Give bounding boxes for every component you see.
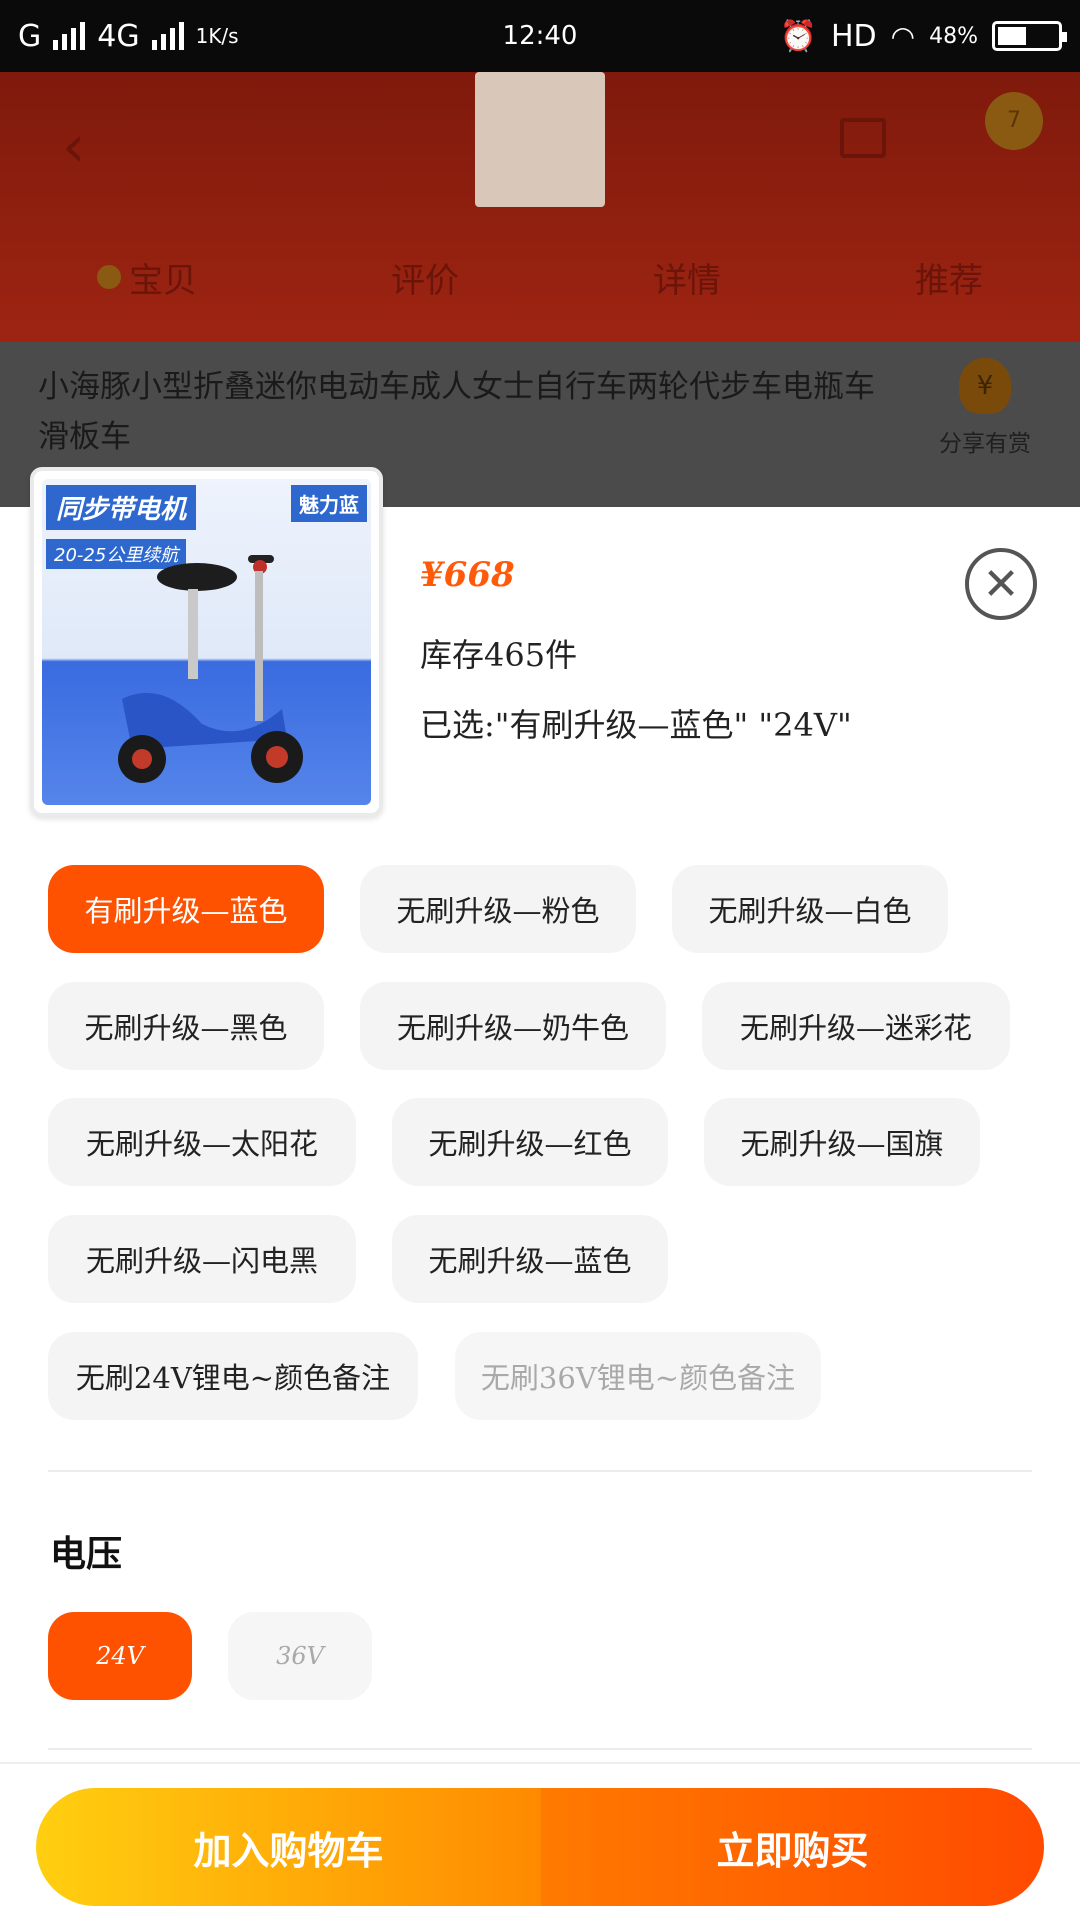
voltage-label: 电压: [50, 1533, 123, 1575]
product-thumbnail: 同步带电机 20-25公里续航 魅力蓝: [30, 467, 383, 817]
color-option[interactable]: 无刷升级—黑色: [48, 982, 324, 1070]
cart-icon: [840, 118, 886, 158]
tab-details: 详情: [653, 253, 721, 302]
background-product-page: ‹ 7 宝贝 评价 详情 推荐 小海豚小型折叠迷你电动车成人女士自行车两轮代步车…: [0, 72, 1080, 507]
network-speed: 1K/s: [195, 24, 239, 48]
image-headline: 同步带电机: [46, 485, 197, 530]
voltage-option[interactable]: 36V: [228, 1612, 372, 1700]
stock: 库存465件: [420, 636, 578, 674]
close-icon: ✕: [982, 558, 1020, 610]
product-image: 同步带电机 20-25公里续航 魅力蓝: [42, 479, 371, 805]
product-title: 小海豚小型折叠迷你电动车成人女士自行车两轮代步车电瓶车滑板车: [38, 369, 875, 455]
hero-product-image: [475, 72, 605, 207]
voltage-option-selected[interactable]: 24V: [48, 1612, 192, 1700]
color-option[interactable]: 无刷升级—奶牛色: [360, 982, 666, 1070]
scooter-illustration: [118, 555, 303, 783]
status-bar: G 4G 1K/s 12:40 ⏰ HD ◠ 48%: [0, 0, 1080, 72]
tab-reviews: 评价: [391, 253, 459, 302]
status-left: G 4G 1K/s: [18, 19, 239, 54]
color-option[interactable]: 无刷升级—粉色: [360, 865, 636, 953]
wifi-icon: ◠: [890, 19, 916, 53]
color-option[interactable]: 无刷升级—迷彩花: [702, 982, 1010, 1070]
bottom-action-bar: 加入购物车 立即购买: [0, 1762, 1080, 1920]
color-option[interactable]: 无刷升级—白色: [672, 865, 948, 953]
add-to-cart-button[interactable]: 加入购物车: [36, 1788, 541, 1906]
location-pin-icon: [97, 265, 121, 289]
color-option[interactable]: 无刷升级—闪电黑: [48, 1215, 356, 1303]
hd-indicator: HD: [830, 18, 877, 54]
battery-icon: [992, 21, 1067, 51]
tab-label: 宝贝: [129, 260, 197, 301]
more-badge: 7: [985, 92, 1043, 150]
alarm-icon: ⏰: [779, 18, 817, 54]
selected-options: 已选:"有刷升级—蓝色" "24V": [420, 706, 852, 744]
back-icon: ‹: [62, 112, 86, 180]
color-option[interactable]: 无刷升级—太阳花: [48, 1098, 356, 1186]
product-tabs: 宝贝 评价 详情 推荐: [0, 232, 1080, 322]
color-option[interactable]: 无刷升级—国旗: [704, 1098, 980, 1186]
hero-banner: ‹ 7 宝贝 评价 详情 推荐: [0, 72, 1080, 342]
network-type-g: G: [18, 18, 42, 54]
battery-percent: 48%: [929, 23, 978, 49]
tab-label: 详情: [653, 260, 721, 301]
color-option[interactable]: 无刷24V锂电~颜色备注: [48, 1332, 418, 1420]
section-divider: [48, 1470, 1032, 1472]
color-option[interactable]: 无刷升级—蓝色: [392, 1215, 668, 1303]
share-reward: ¥ 分享有赏: [930, 358, 1040, 458]
tab-recommend: 推荐: [915, 253, 983, 302]
color-option-selected[interactable]: 有刷升级—蓝色: [48, 865, 324, 953]
status-right: ⏰ HD ◠ 48%: [779, 18, 1067, 54]
color-option-disabled: 无刷36V锂电~颜色备注: [455, 1332, 821, 1420]
network-type-4g: 4G: [97, 18, 140, 54]
close-button[interactable]: ✕: [965, 548, 1037, 620]
signal-icon-2: [151, 22, 184, 50]
section-divider: [48, 1748, 1032, 1750]
color-option[interactable]: 无刷升级—红色: [392, 1098, 668, 1186]
image-badge: 魅力蓝: [291, 485, 367, 522]
tab-item: 宝贝: [97, 253, 197, 302]
tab-label: 评价: [391, 260, 459, 301]
price: ¥668: [420, 555, 515, 595]
share-label: 分享有赏: [939, 431, 1031, 457]
buy-now-button[interactable]: 立即购买: [541, 1788, 1044, 1906]
signal-icon: [53, 22, 86, 50]
money-bag-icon: ¥: [959, 358, 1011, 414]
tab-label: 推荐: [915, 260, 983, 301]
